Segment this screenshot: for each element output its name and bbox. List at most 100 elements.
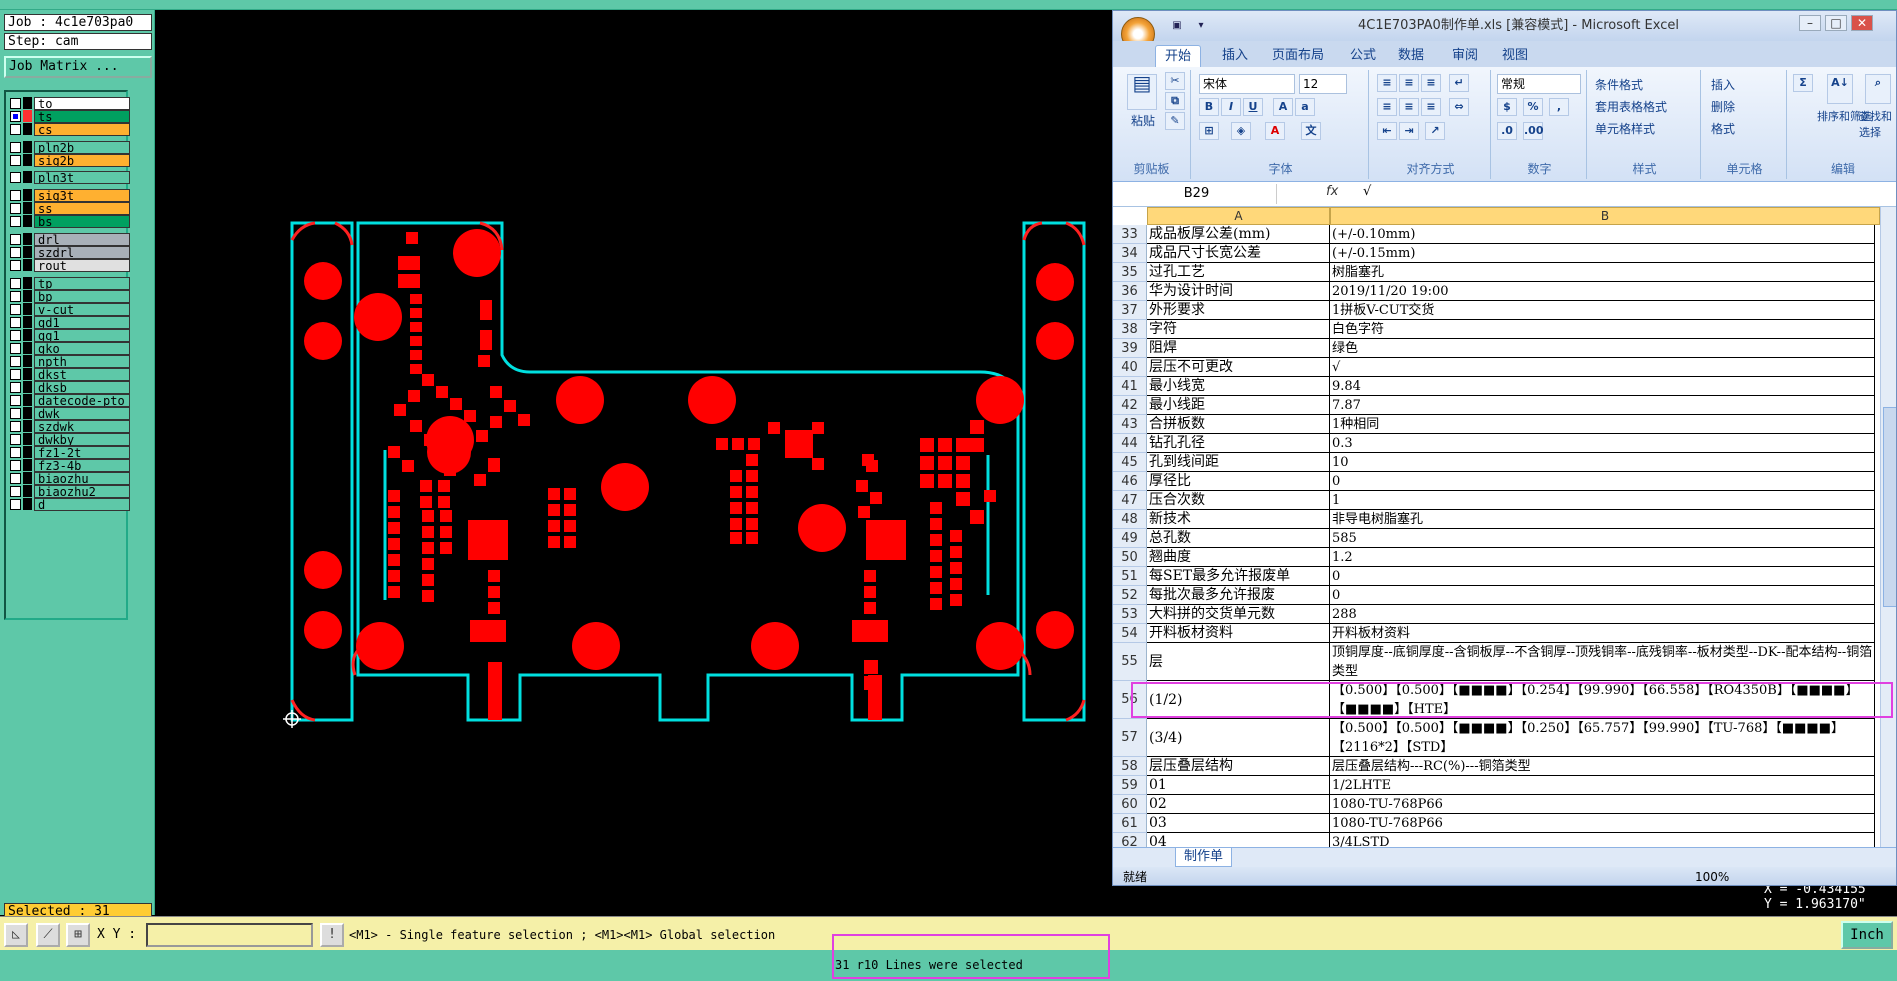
- layer-checkbox[interactable]: [10, 277, 21, 289]
- cell-b[interactable]: 585: [1330, 529, 1875, 548]
- layer-name[interactable]: datecode-pto: [34, 393, 130, 407]
- cell-b[interactable]: 1.2: [1330, 548, 1875, 567]
- layer-checkbox[interactable]: [10, 110, 21, 122]
- comma-icon[interactable]: ,: [1549, 98, 1569, 116]
- row-header[interactable]: 36: [1113, 282, 1147, 301]
- fill-color-icon[interactable]: ◈: [1231, 122, 1251, 140]
- alert-icon[interactable]: !: [320, 923, 344, 947]
- font-color-icon[interactable]: A: [1265, 122, 1285, 140]
- layer-checkbox[interactable]: [10, 171, 21, 183]
- layer-name[interactable]: cs: [34, 122, 130, 136]
- layer-checkbox[interactable]: [10, 446, 21, 458]
- layer-row-12[interactable]: tp: [10, 276, 130, 290]
- cell-b[interactable]: 10: [1330, 453, 1875, 472]
- cell-a[interactable]: 层压叠层结构: [1147, 757, 1330, 776]
- cell-b[interactable]: 1/2LHTE: [1330, 776, 1875, 795]
- layer-row-23[interactable]: szdwk: [10, 419, 130, 433]
- row-header[interactable]: 39: [1113, 339, 1147, 358]
- cell-b[interactable]: 9.84: [1330, 377, 1875, 396]
- layer-row-13[interactable]: bp: [10, 289, 130, 303]
- layer-name[interactable]: biaozhu: [34, 471, 130, 485]
- layer-row-27[interactable]: biaozhu: [10, 471, 130, 485]
- wrap-text-icon[interactable]: ↵: [1449, 74, 1469, 92]
- cell-a[interactable]: 成品尺寸长宽公差: [1147, 244, 1330, 263]
- layer-row-25[interactable]: fz1-2t: [10, 445, 130, 459]
- cell-a[interactable]: 大料拼的交货单元数: [1147, 605, 1330, 624]
- conditional-format-button[interactable]: 条件格式: [1595, 76, 1643, 93]
- increase-indent-icon[interactable]: ⇥: [1399, 122, 1419, 140]
- layer-name[interactable]: ss: [34, 201, 130, 215]
- column-header-b[interactable]: B: [1330, 207, 1880, 225]
- row-header[interactable]: 61: [1113, 814, 1147, 833]
- grid-icon[interactable]: ⊞: [66, 923, 90, 947]
- layer-name[interactable]: szdrl: [34, 245, 130, 259]
- layer-row-9[interactable]: drl: [10, 232, 130, 246]
- row-header[interactable]: 57: [1113, 719, 1147, 757]
- cell-b[interactable]: 白色字符: [1330, 320, 1875, 339]
- ribbon-tab[interactable]: 视图: [1493, 45, 1537, 67]
- row-header[interactable]: 41: [1113, 377, 1147, 396]
- cell-b[interactable]: 开料板材资料: [1330, 624, 1875, 643]
- cell-b[interactable]: 0: [1330, 586, 1875, 605]
- cell-b[interactable]: 1080-TU-768P66: [1330, 795, 1875, 814]
- layer-name[interactable]: gg1: [34, 328, 130, 342]
- minimize-icon[interactable]: –: [1799, 15, 1821, 31]
- row-header[interactable]: 37: [1113, 301, 1147, 320]
- layer-checkbox[interactable]: [10, 316, 21, 328]
- layer-name[interactable]: dksb: [34, 380, 130, 394]
- layer-row-20[interactable]: dksb: [10, 380, 130, 394]
- cell-a[interactable]: 开料板材资料: [1147, 624, 1330, 643]
- merge-icon[interactable]: ⇔: [1449, 98, 1469, 116]
- layer-name[interactable]: v-cut: [34, 302, 130, 316]
- align-right-icon[interactable]: ≡: [1421, 98, 1441, 116]
- layer-checkbox[interactable]: [10, 141, 21, 153]
- cell-b[interactable]: 288: [1330, 605, 1875, 624]
- cell-b[interactable]: 0: [1330, 472, 1875, 491]
- cell-b[interactable]: 非导电树脂塞孔: [1330, 510, 1875, 529]
- cell-b[interactable]: 1拼板V-CUT交货: [1330, 301, 1875, 320]
- cell-a[interactable]: 压合次数: [1147, 491, 1330, 510]
- cell-b[interactable]: 【0.500】【0.500】【■■■■】【0.250】【65.757】【99.9…: [1330, 719, 1875, 757]
- save-icon[interactable]: ▣: [1169, 19, 1185, 33]
- cut-icon[interactable]: ✂: [1165, 72, 1185, 90]
- cell-a[interactable]: 过孔工艺: [1147, 263, 1330, 282]
- layer-checkbox[interactable]: [10, 420, 21, 432]
- layer-row-1[interactable]: ts: [10, 109, 130, 123]
- row-header[interactable]: 60: [1113, 795, 1147, 814]
- row-header[interactable]: 33: [1113, 225, 1147, 244]
- cell-b[interactable]: 7.87: [1330, 396, 1875, 415]
- maximize-icon[interactable]: □: [1825, 15, 1847, 31]
- row-header[interactable]: 52: [1113, 586, 1147, 605]
- layer-row-18[interactable]: npth: [10, 354, 130, 368]
- column-header-a[interactable]: A: [1147, 207, 1330, 225]
- italic-icon[interactable]: I: [1221, 98, 1241, 116]
- layer-checkbox[interactable]: [10, 123, 21, 135]
- cell-a[interactable]: (3/4): [1147, 719, 1330, 757]
- layer-checkbox[interactable]: [10, 97, 21, 109]
- paste-button[interactable]: 粘贴: [1131, 112, 1155, 129]
- paste-icon[interactable]: ▤: [1127, 73, 1157, 110]
- cell-b[interactable]: 2019/11/20 19:00: [1330, 282, 1875, 301]
- job-matrix-button[interactable]: Job Matrix ...: [4, 56, 152, 78]
- row-header[interactable]: 50: [1113, 548, 1147, 567]
- cell-a[interactable]: 钻孔孔径: [1147, 434, 1330, 453]
- align-bottom-icon[interactable]: ≡: [1421, 74, 1441, 92]
- layer-checkbox[interactable]: [10, 154, 21, 166]
- align-top-icon[interactable]: ≡: [1377, 74, 1397, 92]
- formula-input[interactable]: √: [1363, 184, 1371, 199]
- find-select-button[interactable]: 查找和选择: [1859, 108, 1895, 140]
- row-header[interactable]: 34: [1113, 244, 1147, 263]
- cell-b[interactable]: 树脂塞孔: [1330, 263, 1875, 282]
- layer-checkbox[interactable]: [10, 215, 21, 227]
- row-header[interactable]: 58: [1113, 757, 1147, 776]
- format-painter-icon[interactable]: ✎: [1165, 112, 1185, 130]
- insert-button[interactable]: 插入: [1711, 76, 1735, 93]
- layer-row-3[interactable]: pln2b: [10, 140, 130, 154]
- ribbon-tab[interactable]: 审阅: [1443, 45, 1487, 67]
- measure-icon[interactable]: ⟋: [36, 923, 60, 947]
- row-header[interactable]: 54: [1113, 624, 1147, 643]
- cell-a[interactable]: 04: [1147, 833, 1330, 847]
- cell-b[interactable]: 绿色: [1330, 339, 1875, 358]
- row-header[interactable]: 38: [1113, 320, 1147, 339]
- row-header[interactable]: 48: [1113, 510, 1147, 529]
